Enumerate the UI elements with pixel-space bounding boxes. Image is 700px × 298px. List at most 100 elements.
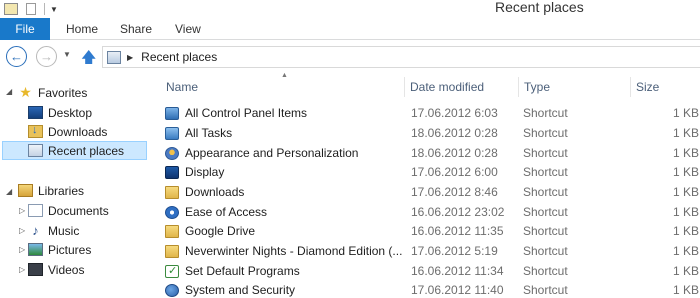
breadcrumb-recent-places[interactable]: Recent places — [141, 50, 217, 64]
column-header-size[interactable]: Size — [631, 77, 700, 97]
file-name: Display — [185, 165, 225, 179]
star-icon: ★ — [19, 84, 32, 100]
file-size: 1 KB — [672, 146, 699, 160]
table-row[interactable]: System and Security 17.06.2012 11:40 Sho… — [148, 280, 700, 298]
up-arrow-icon[interactable]: 🡅 — [81, 47, 96, 72]
back-button[interactable]: ← — [6, 46, 27, 67]
file-type: Shortcut — [523, 205, 568, 219]
table-row[interactable]: Ease of Access 16.06.2012 23:02 Shortcut… — [148, 202, 700, 222]
table-row[interactable]: Display 17.06.2012 6:00 Shortcut 1 KB — [148, 162, 700, 182]
sidebar-item-libraries[interactable]: Libraries — [18, 181, 138, 200]
sidebar-item-label: Pictures — [48, 242, 92, 257]
navigation-bar: ← → ▼ 🡅 ▶ Recent places — [0, 41, 700, 71]
file-date: 17.06.2012 6:03 — [411, 106, 498, 120]
table-row[interactable]: All Tasks 18.06.2012 0:28 Shortcut 1 KB — [148, 123, 700, 143]
sidebar-item-favorites[interactable]: ★ Favorites — [18, 83, 138, 102]
sidebar-item-label: Videos — [48, 262, 85, 277]
table-row[interactable]: Set Default Programs 16.06.2012 11:34 Sh… — [148, 261, 700, 281]
file-type: Shortcut — [523, 224, 568, 238]
expand-music-icon[interactable]: ▷ — [19, 226, 25, 235]
sidebar-item-label: Recent places — [48, 143, 125, 158]
videos-icon — [28, 263, 43, 276]
file-name: Ease of Access — [185, 205, 268, 219]
address-bar[interactable]: ▶ Recent places — [102, 46, 700, 68]
back-arrow-icon: ← — [10, 49, 23, 64]
file-size: 1 KB — [672, 244, 699, 258]
sidebar-item-label: Downloads — [48, 124, 108, 139]
explorer-window-icon[interactable] — [4, 3, 18, 15]
table-row[interactable]: Google Drive 16.06.2012 11:35 Shortcut 1… — [148, 221, 700, 241]
file-list: ▲ Name Date modified Type Size All Contr… — [148, 71, 700, 298]
customize-toolbar-chevron-down-icon[interactable]: ▼ — [50, 5, 58, 14]
sidebar-item-label: Libraries — [38, 183, 85, 198]
sidebar-item-downloads[interactable]: Downloads — [28, 122, 138, 141]
file-date: 16.06.2012 11:35 — [411, 224, 504, 238]
column-header-type[interactable]: Type — [519, 77, 631, 97]
table-row[interactable]: All Control Panel Items 17.06.2012 6:03 … — [148, 103, 700, 123]
sidebar-item-label: Desktop — [48, 105, 93, 120]
file-size: 1 KB — [672, 205, 699, 219]
sidebar-item-documents[interactable]: Documents — [28, 201, 138, 220]
music-icon: ♪ — [32, 223, 39, 238]
file-type: Shortcut — [523, 283, 568, 297]
table-row[interactable]: Appearance and Personalization 18.06.201… — [148, 143, 700, 163]
file-name: Downloads — [185, 185, 245, 199]
file-size: 1 KB — [672, 224, 699, 238]
file-type: Shortcut — [523, 185, 568, 199]
pictures-icon — [28, 243, 43, 256]
expand-videos-icon[interactable]: ▷ — [19, 265, 25, 274]
personalization-icon — [165, 146, 179, 160]
file-type: Shortcut — [523, 126, 568, 140]
folder-icon — [165, 185, 179, 199]
forward-arrow-icon: → — [40, 49, 53, 64]
desktop-icon — [28, 106, 43, 119]
file-size: 1 KB — [672, 165, 699, 179]
expand-pictures-icon[interactable]: ▷ — [19, 245, 25, 254]
file-name: System and Security — [185, 283, 296, 297]
file-type: Shortcut — [523, 264, 568, 278]
tab-home[interactable]: Home — [66, 22, 98, 36]
file-size: 1 KB — [672, 185, 699, 199]
tab-file[interactable]: File — [0, 18, 50, 40]
file-date: 17.06.2012 5:19 — [411, 244, 498, 258]
favorites-collapse-icon[interactable]: ◢ — [6, 87, 12, 96]
table-row[interactable]: Downloads 17.06.2012 8:46 Shortcut 1 KB — [148, 182, 700, 202]
file-size: 1 KB — [672, 283, 699, 297]
forward-button[interactable]: → — [36, 46, 57, 67]
properties-icon[interactable] — [26, 3, 36, 15]
sidebar-item-videos[interactable]: Videos — [28, 260, 138, 279]
recent-locations-chevron-down-icon[interactable]: ▼ — [63, 50, 71, 59]
sidebar-item-label: Music — [48, 223, 80, 238]
navigation-pane: ◢ ★ Favorites Desktop Downloads Recent p… — [0, 71, 148, 298]
system-security-icon — [165, 283, 179, 297]
expand-documents-icon[interactable]: ▷ — [19, 206, 25, 215]
all-tasks-icon — [165, 126, 179, 140]
file-type: Shortcut — [523, 244, 568, 258]
tab-view[interactable]: View — [175, 22, 201, 36]
ease-of-access-icon — [165, 205, 179, 219]
file-date: 16.06.2012 23:02 — [411, 205, 505, 219]
sidebar-item-recent-places[interactable]: Recent places — [2, 141, 147, 160]
file-type: Shortcut — [523, 106, 568, 120]
file-type: Shortcut — [523, 165, 568, 179]
file-name: All Tasks — [185, 126, 233, 140]
display-icon — [165, 165, 179, 179]
column-header-date-modified[interactable]: Date modified — [405, 77, 519, 97]
ribbon-tabs: File Home Share View — [0, 18, 700, 40]
file-name: Appearance and Personalization — [185, 146, 359, 160]
downloads-folder-icon — [28, 124, 43, 138]
sidebar-item-desktop[interactable]: Desktop — [28, 103, 138, 122]
file-name: All Control Panel Items — [185, 106, 308, 120]
sidebar-item-music[interactable]: ♪ Music — [28, 221, 138, 240]
documents-icon — [28, 204, 43, 217]
file-date: 18.06.2012 0:28 — [411, 126, 498, 140]
breadcrumb-chevron-right-icon[interactable]: ▶ — [127, 53, 133, 62]
sidebar-item-pictures[interactable]: Pictures — [28, 240, 138, 259]
libraries-collapse-icon[interactable]: ◢ — [6, 187, 12, 196]
file-size: 1 KB — [672, 106, 699, 120]
tab-share[interactable]: Share — [120, 22, 152, 36]
column-header-name[interactable]: Name — [161, 77, 405, 97]
default-programs-icon — [165, 264, 179, 278]
file-size: 1 KB — [672, 264, 699, 278]
table-row[interactable]: Neverwinter Nights - Diamond Edition (..… — [148, 241, 700, 261]
